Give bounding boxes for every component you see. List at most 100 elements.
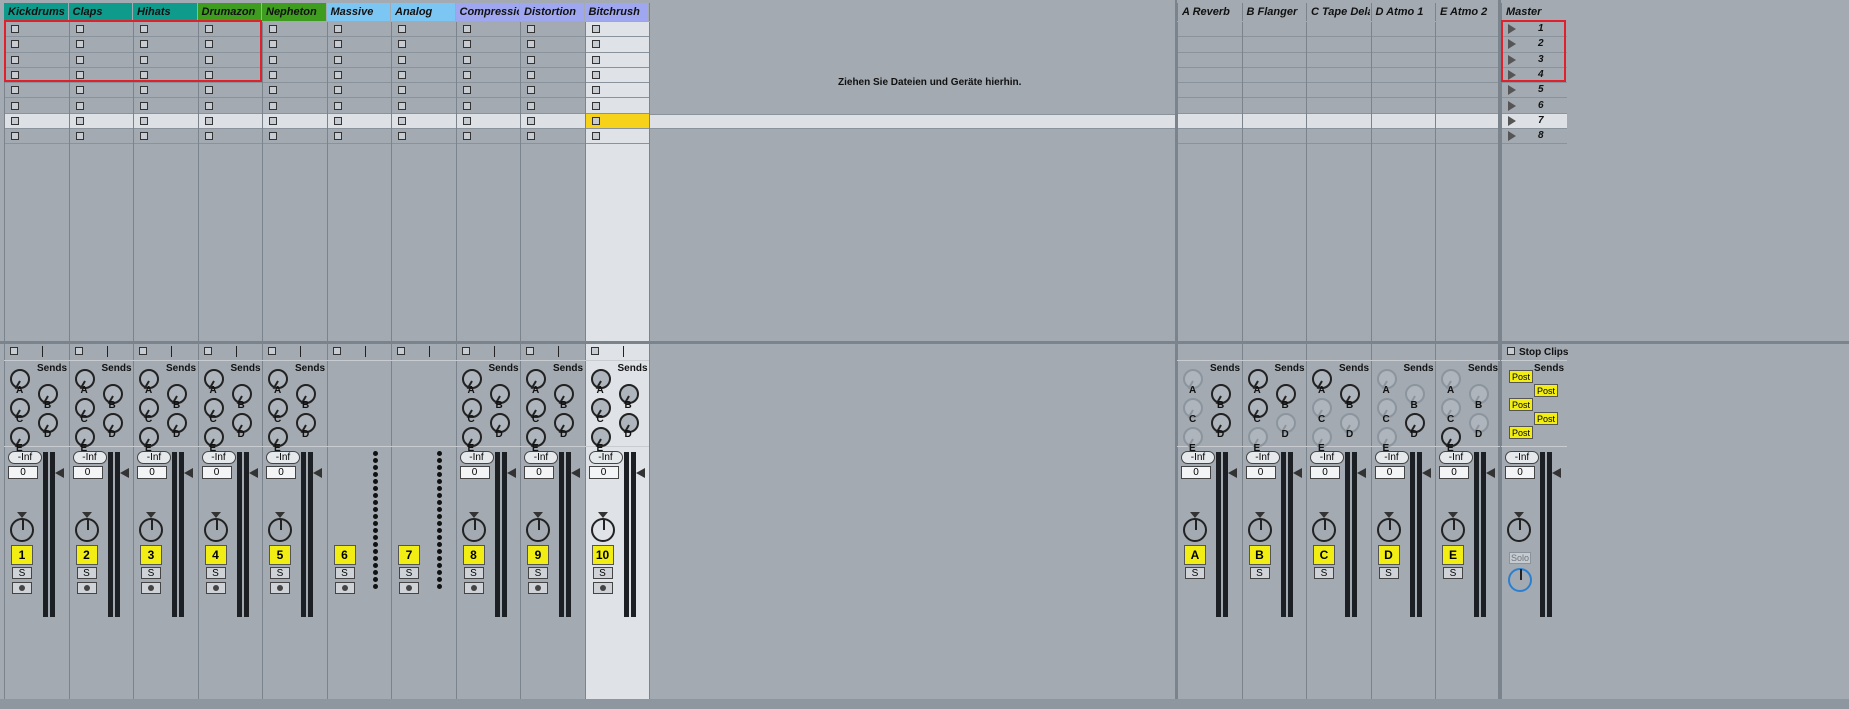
track-header-10[interactable]: Bitchrush [584, 3, 648, 21]
volume-value[interactable]: 0 [459, 466, 490, 479]
volume-value[interactable]: 0 [201, 466, 232, 479]
track-activator[interactable]: C [1313, 545, 1335, 565]
track-header-1[interactable]: Kickdrums [4, 3, 68, 21]
arm-button[interactable] [592, 582, 613, 594]
scene-launch-icon[interactable] [1508, 85, 1516, 96]
clip-stop-button[interactable] [591, 132, 600, 141]
clip-stop-button[interactable] [204, 25, 213, 33]
clip-slot[interactable] [198, 37, 262, 53]
volume-value[interactable]: 0 [137, 466, 167, 479]
clip-slot[interactable] [134, 129, 198, 145]
clip-slot[interactable] [5, 22, 69, 38]
clip-slot[interactable] [263, 99, 327, 114]
clip-stop-button[interactable] [333, 86, 342, 95]
pan-knob[interactable] [1183, 518, 1207, 542]
volume-fader-handle[interactable] [119, 468, 129, 478]
track-stop-button[interactable] [268, 347, 276, 355]
peak-value[interactable]: -Inf [201, 451, 236, 464]
clip-stop-button[interactable] [11, 55, 19, 64]
clip-slot[interactable] [456, 53, 520, 68]
solo-button[interactable]: S [1314, 567, 1334, 579]
pan-knob[interactable] [1312, 518, 1336, 542]
arm-button[interactable] [334, 582, 355, 594]
clip-stop-button[interactable] [269, 70, 277, 79]
post-button[interactable]: Post [1534, 384, 1558, 397]
arm-button[interactable] [399, 582, 419, 594]
clip-slot[interactable] [585, 68, 649, 84]
clip-stop-button[interactable] [398, 86, 406, 95]
track-stop-button[interactable] [10, 347, 18, 355]
clip-stop-button[interactable] [204, 55, 213, 64]
return-header-a[interactable]: A Reverb [1177, 3, 1241, 21]
pan-knob[interactable] [590, 518, 615, 542]
clip-slot[interactable] [521, 22, 585, 38]
clip-slot[interactable] [521, 53, 585, 68]
clip-slot[interactable] [198, 129, 262, 145]
clip-stop-button[interactable] [11, 86, 19, 95]
track-stop-button[interactable] [203, 347, 212, 355]
clip-stop-button[interactable] [333, 132, 342, 141]
track-activator[interactable]: 4 [204, 545, 227, 565]
volume-fader-handle[interactable] [1357, 468, 1366, 478]
clip-slot[interactable] [327, 113, 391, 130]
peak-value[interactable]: -Inf [1181, 451, 1215, 464]
arm-button[interactable] [12, 582, 32, 594]
scene-1[interactable]: 1 [1502, 22, 1567, 38]
peak-value[interactable]: -Inf [1245, 451, 1280, 464]
clip-stop-button[interactable] [204, 40, 213, 49]
volume-value[interactable]: 0 [1374, 466, 1405, 479]
scene-7[interactable]: 7 [1502, 113, 1567, 130]
clip-slot[interactable] [5, 99, 69, 114]
clip-stop-button[interactable] [204, 116, 213, 125]
clip-slot[interactable] [198, 113, 262, 130]
clip-slot[interactable] [69, 53, 133, 68]
clip-slot[interactable] [521, 99, 585, 114]
volume-fader-handle[interactable] [1228, 468, 1237, 478]
clip-stop-button[interactable] [75, 70, 84, 79]
clip-stop-button[interactable] [591, 55, 600, 64]
solo-button[interactable]: S [528, 567, 548, 579]
peak-value[interactable]: -Inf [1310, 451, 1344, 464]
clip-stop-button[interactable] [398, 101, 406, 110]
clip-slot[interactable] [585, 113, 649, 130]
clip-slot[interactable] [392, 113, 456, 130]
track-activator[interactable]: 8 [462, 545, 485, 565]
clip-stop-button[interactable] [11, 116, 19, 125]
clip-slot[interactable] [69, 22, 133, 38]
solo-button[interactable]: S [399, 567, 419, 579]
pan-knob[interactable] [1441, 518, 1465, 542]
clip-stop-button[interactable] [140, 101, 148, 110]
volume-value[interactable]: 0 [524, 466, 554, 479]
scene-6[interactable]: 6 [1502, 99, 1567, 114]
peak-value[interactable]: -Inf [1439, 451, 1473, 464]
volume-fader-handle[interactable] [184, 468, 193, 478]
clip-slot[interactable] [198, 68, 262, 84]
volume-fader-handle[interactable] [635, 468, 645, 478]
pan-knob[interactable] [1247, 518, 1272, 542]
clip-slot[interactable] [69, 113, 133, 130]
peak-value[interactable]: -Inf [8, 451, 42, 464]
clip-stop-button[interactable] [204, 101, 213, 110]
track-header-4[interactable]: Drumazon [197, 3, 261, 21]
clip-slot[interactable] [392, 22, 456, 38]
clip-stop-button[interactable] [527, 25, 535, 33]
clip-slot[interactable] [392, 83, 456, 99]
clip-slot[interactable] [392, 53, 456, 68]
track-activator[interactable]: 1 [11, 545, 33, 565]
volume-value[interactable]: 0 [1310, 466, 1340, 479]
scene-5[interactable]: 5 [1502, 83, 1567, 99]
clip-slot[interactable] [134, 83, 198, 99]
clip-stop-button[interactable] [527, 86, 535, 95]
solo-button[interactable]: S [1249, 567, 1270, 579]
clip-slot[interactable] [198, 53, 262, 68]
return-header-c[interactable]: C Tape Dela [1306, 3, 1370, 21]
clip-slot[interactable] [585, 99, 649, 114]
scene-launch-icon[interactable] [1508, 100, 1516, 111]
master-header[interactable]: Master [1501, 3, 1565, 21]
clip-slot[interactable] [263, 83, 327, 99]
clip-stop-button[interactable] [527, 101, 535, 110]
clip-stop-button[interactable] [398, 70, 406, 79]
clip-slot[interactable] [585, 22, 649, 38]
clip-stop-button[interactable] [591, 116, 600, 125]
clip-stop-button[interactable] [527, 70, 535, 79]
